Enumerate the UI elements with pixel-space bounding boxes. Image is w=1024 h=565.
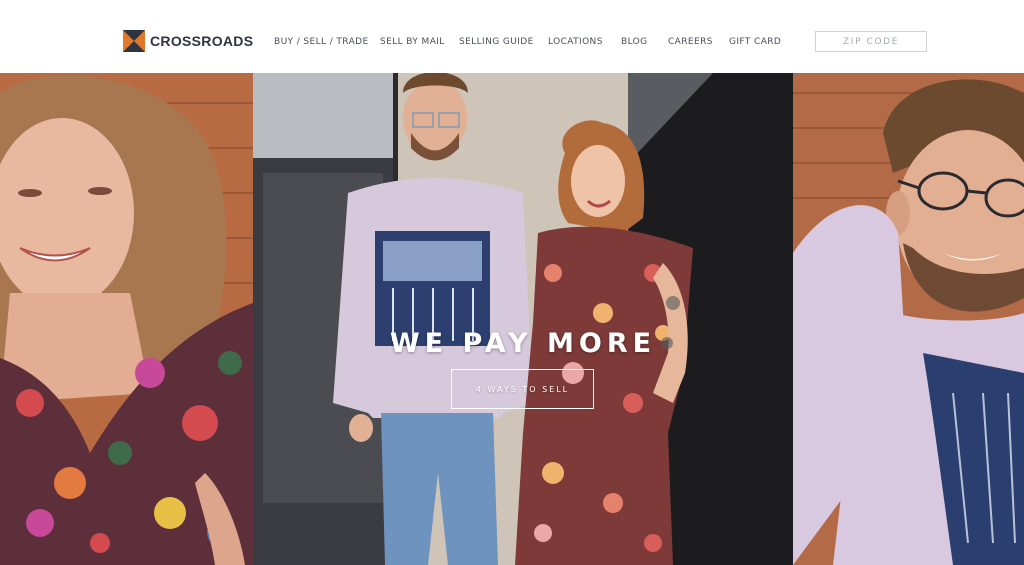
hero-image-left: [0, 73, 253, 565]
nav-sell-by-mail[interactable]: SELL BY MAIL: [380, 36, 445, 48]
nav-blog[interactable]: BLOG: [621, 36, 648, 48]
nav-buy-sell-trade[interactable]: BUY / SELL / TRADE: [274, 36, 369, 48]
couple-doorway-photo: [253, 73, 793, 565]
hero-image-right: [793, 73, 1024, 565]
man-glasses-photo: [793, 73, 1024, 565]
site-header: CROSSROADS BUY / SELL / TRADE SELL BY MA…: [0, 0, 1024, 73]
hero-title: WE PAY MORE: [389, 328, 657, 359]
nav-careers[interactable]: CAREERS: [668, 36, 713, 48]
nav-gift-card[interactable]: GIFT CARD: [729, 36, 781, 48]
woman-floral-dress-photo: [0, 73, 253, 565]
hero-image-middle: [253, 73, 793, 565]
nav-locations[interactable]: LOCATIONS: [548, 36, 603, 48]
nav-selling-guide[interactable]: SELLING GUIDE: [459, 36, 534, 48]
zip-code-input[interactable]: [815, 31, 927, 52]
ways-to-sell-button[interactable]: 4 WAYS TO SELL: [451, 369, 594, 409]
hero-banner: WE PAY MORE 4 WAYS TO SELL: [0, 73, 1024, 565]
